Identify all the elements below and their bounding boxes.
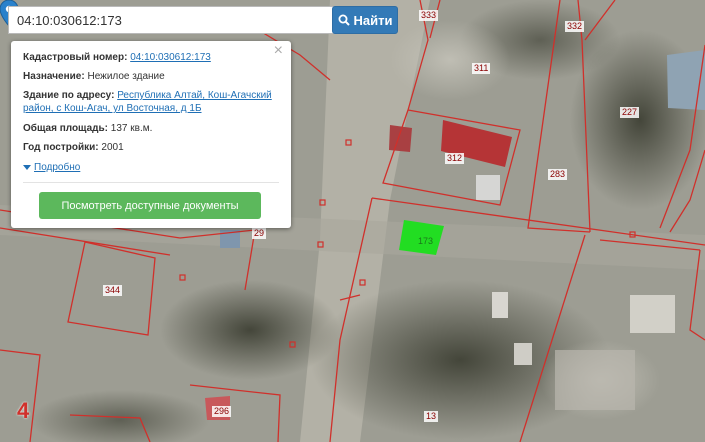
plot-label: 332 — [565, 21, 585, 32]
plot-label: 227 — [620, 107, 640, 118]
view-documents-button[interactable]: Посмотреть доступные документы — [39, 192, 261, 219]
year-value: 2001 — [101, 142, 124, 153]
details-toggle[interactable]: Подробно — [23, 162, 80, 173]
object-info-popup: × Кадастровый номер: 04:10:030612:173 На… — [11, 41, 291, 228]
plot-label: 29 — [252, 228, 267, 239]
cadastral-link[interactable]: 04:10:030612:173 — [130, 52, 211, 63]
plot-label: 296 — [212, 406, 232, 417]
area-label: Общая площадь: — [23, 123, 109, 134]
purpose-value: Нежилое здание — [87, 71, 165, 82]
search-input[interactable] — [8, 6, 336, 34]
plot-label: 344 — [103, 285, 123, 296]
selected-plot-label: 173 — [418, 236, 434, 246]
address-label: Здание по адресу: — [23, 90, 115, 101]
search-button-label: Найти — [353, 12, 393, 28]
chevron-down-icon — [23, 165, 31, 170]
address-row: Здание по адресу: Республика Алтай, Кош-… — [23, 89, 273, 115]
plot-label: 311 — [472, 63, 491, 74]
search-icon — [338, 14, 350, 26]
area-value: 137 кв.м. — [110, 123, 153, 134]
plot-label: 283 — [548, 169, 568, 180]
cadastral-label: Кадастровый номер: — [23, 52, 128, 63]
cadastral-row: Кадастровый номер: 04:10:030612:173 — [23, 51, 273, 64]
zone-number: 4 — [17, 398, 30, 423]
area-row: Общая площадь: 137 кв.м. — [23, 122, 273, 135]
close-icon[interactable]: × — [274, 43, 283, 59]
plot-label: 333 — [419, 10, 439, 21]
year-row: Год постройки: 2001 — [23, 141, 273, 154]
year-label: Год постройки: — [23, 142, 99, 153]
purpose-label: Назначение: — [23, 71, 85, 82]
search-button[interactable]: Найти — [332, 6, 398, 34]
plot-label: 312 — [445, 153, 465, 164]
purpose-row: Назначение: Нежилое здание — [23, 70, 273, 83]
plot-label: 13 — [424, 411, 439, 422]
address-link[interactable]: Республика Алтай, Кош-Агачский — [117, 90, 272, 101]
divider — [23, 182, 279, 183]
details-link[interactable]: Подробно — [34, 162, 80, 173]
address-link-line2[interactable]: район, с Кош-Агач, ул Восточная, д 1Б — [23, 103, 202, 114]
